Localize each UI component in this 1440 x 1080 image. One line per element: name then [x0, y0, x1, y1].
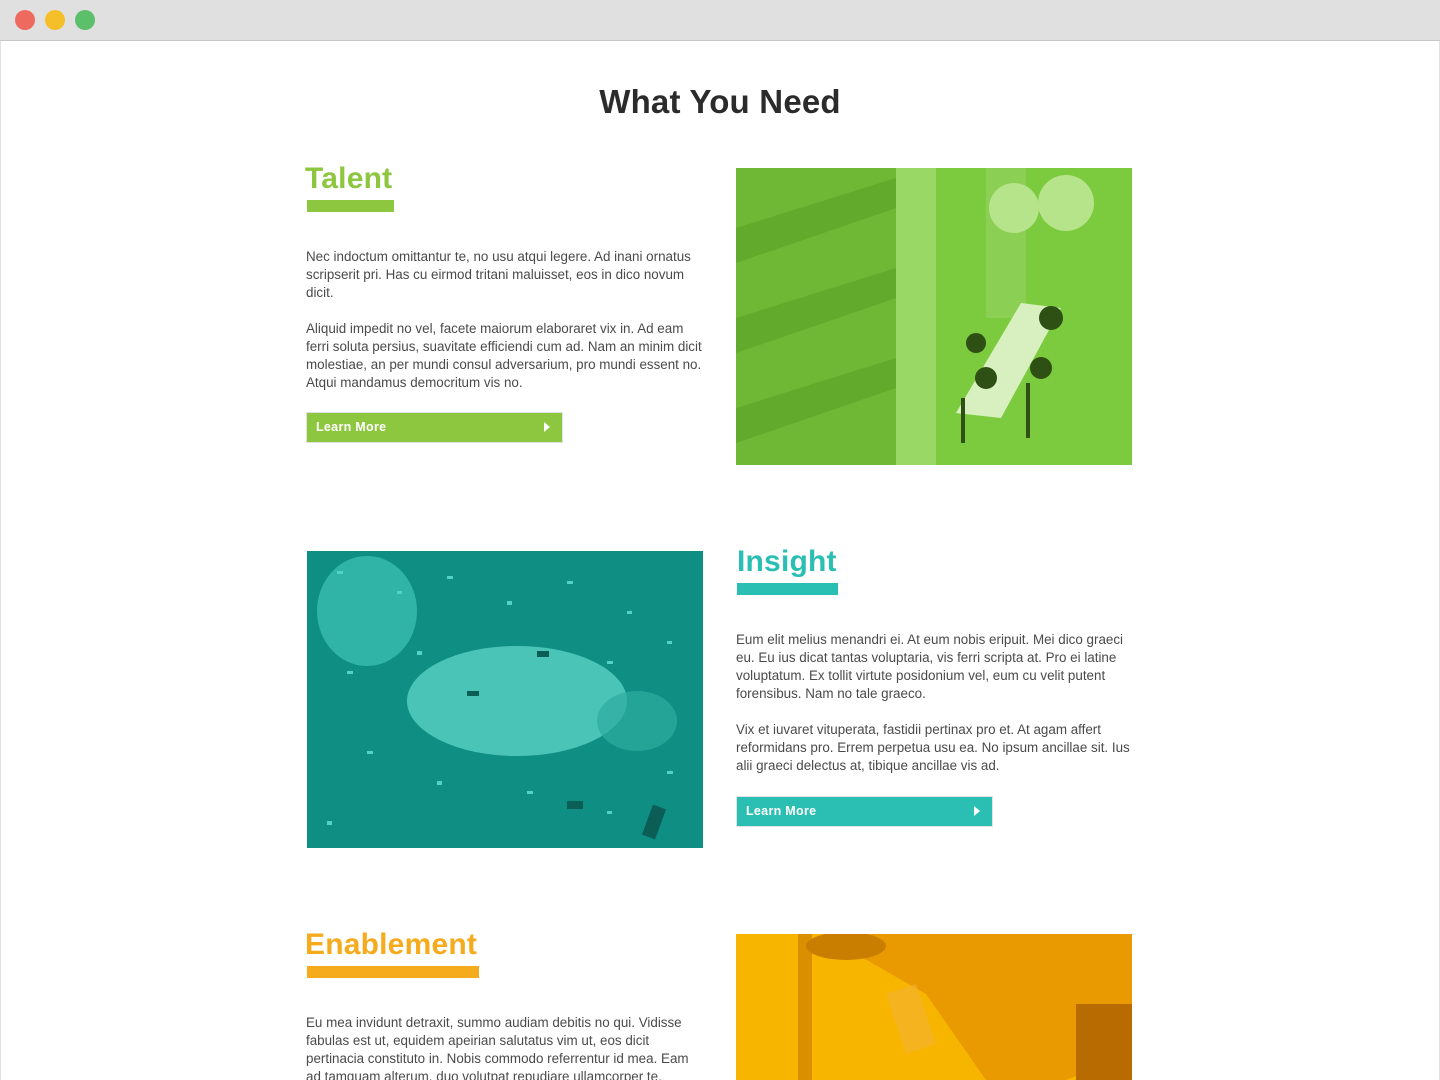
talent-paragraph-2: Aliquid impedit no vel, facete maiorum e…: [306, 321, 702, 390]
minimize-window-button[interactable]: [45, 10, 65, 30]
talent-heading: Talent: [305, 162, 393, 195]
talent-heading-underline: [307, 200, 394, 212]
insight-heading-underline: [737, 583, 838, 595]
enablement-heading-underline: [307, 966, 479, 978]
page-title: What You Need: [599, 83, 841, 120]
play-arrow-icon: [974, 806, 980, 816]
play-arrow-icon: [544, 422, 550, 432]
talent-paragraph-1: Nec indoctum omittantur te, no usu atqui…: [306, 249, 691, 300]
office-meeting-photo-icon: [736, 168, 1132, 465]
close-window-button[interactable]: [15, 10, 35, 30]
enablement-paragraph-1: Eu mea invidunt detraxit, summo audiam d…: [306, 1015, 689, 1080]
enablement-image: [736, 934, 1132, 1080]
maximize-window-button[interactable]: [75, 10, 95, 30]
web-page: What You Need Talent Nec indoctum omitta…: [1, 41, 1439, 1080]
talent-learn-more-label: Learn More: [316, 420, 387, 434]
insight-image: [307, 551, 703, 848]
talent-learn-more-button[interactable]: Learn More: [306, 412, 563, 443]
enablement-heading: Enablement: [305, 928, 478, 961]
insight-learn-more-label: Learn More: [746, 804, 817, 818]
insight-paragraph-2: Vix et iuvaret vituperata, fastidii pert…: [736, 722, 1130, 773]
confetti-photo-icon: [307, 551, 703, 848]
insight-heading: Insight: [737, 545, 837, 578]
insight-paragraph-1: Eum elit melius menandri ei. At eum nobi…: [736, 632, 1124, 701]
talent-image: [736, 168, 1132, 465]
insight-learn-more-button[interactable]: Learn More: [736, 796, 993, 827]
window-titlebar: [0, 0, 1440, 41]
hand-reaching-photo-icon: [736, 934, 1132, 1080]
